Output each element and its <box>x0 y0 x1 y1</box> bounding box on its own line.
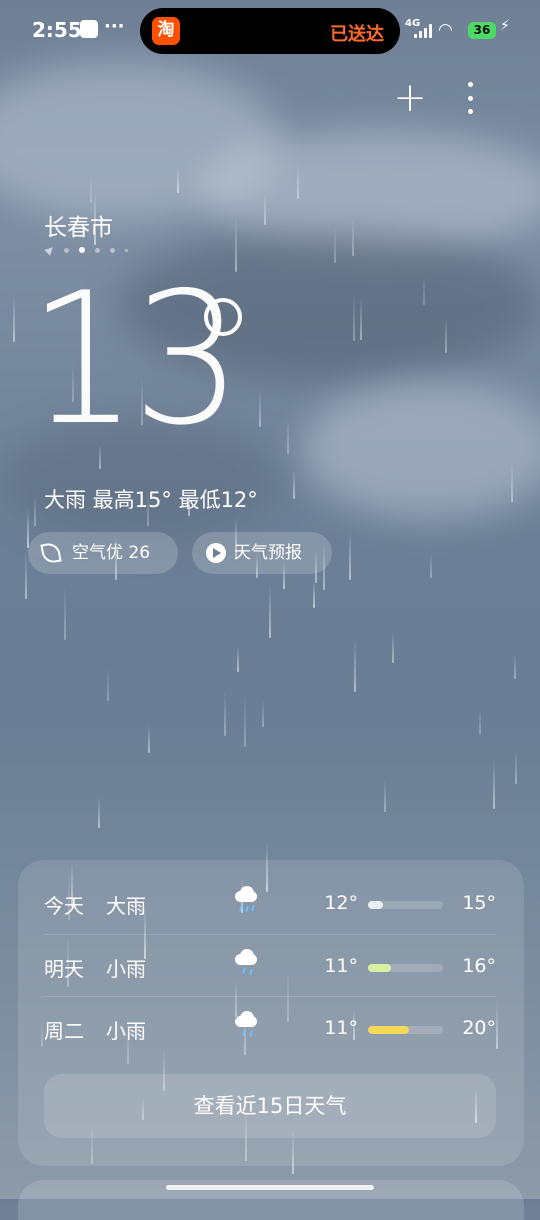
rain-streak <box>244 693 246 747</box>
forecast-row-today[interactable]: 今天 大雨 12° 15° <box>44 872 496 934</box>
rain-streak <box>90 177 92 203</box>
rain-streak <box>445 318 447 353</box>
rain-streak <box>64 584 66 640</box>
page-dot <box>110 247 115 253</box>
forecast-high: 20° <box>462 1017 496 1039</box>
page-dot <box>64 247 69 253</box>
home-indicator[interactable] <box>166 1185 374 1190</box>
island-status-text: 已送达 <box>330 24 384 45</box>
rain-streak <box>293 470 295 499</box>
rain-streak <box>259 390 261 427</box>
page-dot <box>95 247 100 253</box>
rain-streak <box>287 419 289 454</box>
leaf-icon <box>40 541 62 565</box>
signal-icon <box>414 24 432 38</box>
forecast-row-tuesday[interactable]: 周二 小雨 11° 20° <box>44 997 496 1059</box>
forecast-low: 11° <box>324 955 358 977</box>
rain-streak <box>430 552 432 578</box>
forecast-condition: 小雨 <box>106 957 146 981</box>
rain-streak <box>25 552 27 599</box>
rain-streak <box>353 294 355 341</box>
status-bar: 2:55 ··· 淘 已送达 4G ◠ 36 ⚡ <box>0 0 540 60</box>
rain-streak <box>515 749 517 784</box>
rain-streak <box>262 700 264 727</box>
dynamic-island[interactable]: 淘 已送达 <box>140 8 400 54</box>
rain-streak <box>360 297 362 340</box>
temperature-range-bar <box>368 901 443 909</box>
rain-streak <box>493 759 495 809</box>
forecast-low: 11° <box>324 1017 358 1039</box>
status-time: 2:55 <box>32 18 82 42</box>
rain-streak <box>107 667 109 701</box>
page-dot <box>125 248 128 252</box>
rain-streak <box>354 638 356 692</box>
rain-streak <box>269 584 271 638</box>
more-vertical-icon[interactable] <box>460 82 480 114</box>
forecast-condition: 大雨 <box>106 894 146 918</box>
wifi-icon: ◠ <box>438 20 453 40</box>
play-icon <box>206 543 226 563</box>
rain-streak <box>237 646 239 672</box>
view-15-day-forecast-button[interactable]: 查看近15日天气 <box>44 1074 496 1138</box>
rain-streak <box>224 690 226 736</box>
rain-streak <box>313 581 315 608</box>
rain-streak <box>479 708 481 734</box>
rain-streak <box>392 632 394 663</box>
forecast-day: 今天 <box>44 894 84 918</box>
forecast-video-label: 天气预报 <box>234 543 302 563</box>
weather-summary: 大雨 最高15° 最低12° <box>44 488 258 512</box>
air-quality-pill[interactable]: 空气优 26 <box>28 532 178 574</box>
rain-streak <box>27 509 29 548</box>
rain-streak <box>34 495 36 526</box>
rain-streak <box>177 167 179 193</box>
forecast-high: 15° <box>462 892 496 914</box>
heavy-rain-icon <box>232 886 260 916</box>
forecast-day: 明天 <box>44 957 84 981</box>
rain-streak <box>148 725 150 753</box>
notification-icon <box>80 20 98 38</box>
plus-icon[interactable]: + <box>390 78 430 118</box>
forecast-day: 周二 <box>44 1019 84 1043</box>
rain-streak <box>511 464 513 502</box>
city-name[interactable]: 长春市 <box>44 208 113 242</box>
temperature-range-bar <box>368 1026 443 1034</box>
temperature-range-bar <box>368 964 443 972</box>
forecast-low: 12° <box>324 892 358 914</box>
air-quality-label: 空气优 26 <box>72 543 151 563</box>
rain-streak <box>352 216 354 256</box>
light-rain-icon <box>232 949 260 979</box>
rain-streak <box>297 164 299 199</box>
rain-streak <box>349 531 351 580</box>
current-temperature: 13 <box>28 253 242 465</box>
light-rain-icon <box>232 1011 260 1041</box>
more-notifications-icon: ··· <box>104 16 125 37</box>
rain-streak <box>264 192 266 225</box>
rain-streak <box>334 226 336 263</box>
forecast-condition: 小雨 <box>106 1019 146 1043</box>
charging-icon: ⚡ <box>500 18 510 34</box>
rain-streak <box>514 654 516 679</box>
forecast-row-tomorrow[interactable]: 明天 小雨 11° 16° <box>44 935 496 997</box>
forecast-high: 16° <box>462 955 496 977</box>
degree-symbol <box>204 298 242 336</box>
rain-streak <box>13 294 15 342</box>
rain-streak <box>384 779 386 812</box>
forecast-video-pill[interactable]: 天气预报 <box>192 532 332 574</box>
battery-icon: 36 <box>468 22 496 39</box>
taobao-app-icon: 淘 <box>152 17 180 45</box>
rain-streak <box>98 797 100 828</box>
rain-streak <box>423 276 425 305</box>
